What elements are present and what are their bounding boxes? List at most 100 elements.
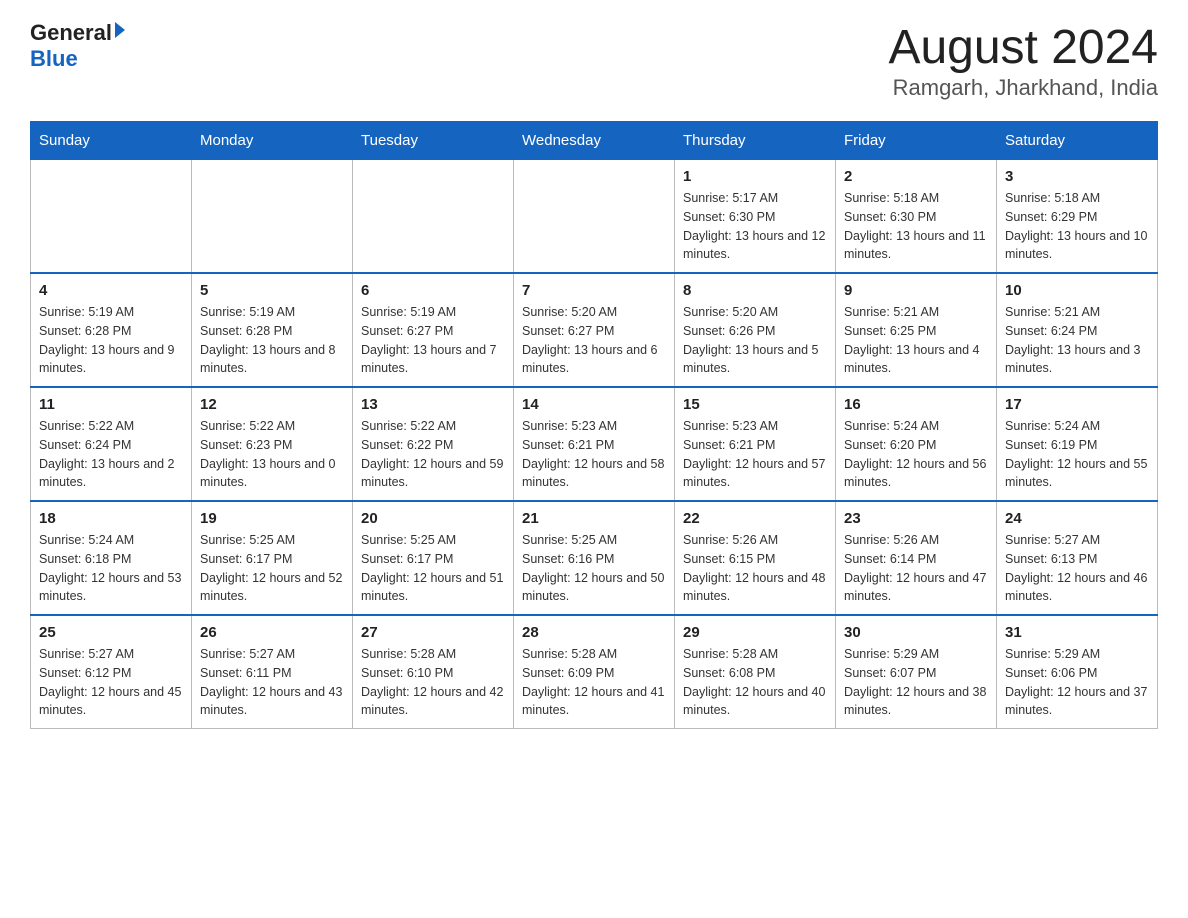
- day-info: Sunrise: 5:17 AMSunset: 6:30 PMDaylight:…: [683, 189, 827, 264]
- day-info: Sunrise: 5:26 AMSunset: 6:15 PMDaylight:…: [683, 531, 827, 606]
- weekday-header-thursday: Thursday: [675, 122, 836, 160]
- calendar-header-row: SundayMondayTuesdayWednesdayThursdayFrid…: [31, 122, 1158, 160]
- day-info: Sunrise: 5:22 AMSunset: 6:22 PMDaylight:…: [361, 417, 505, 492]
- calendar-cell: 21Sunrise: 5:25 AMSunset: 6:16 PMDayligh…: [514, 501, 675, 615]
- day-number: 28: [522, 624, 666, 641]
- day-info: Sunrise: 5:29 AMSunset: 6:06 PMDaylight:…: [1005, 645, 1149, 720]
- day-info: Sunrise: 5:24 AMSunset: 6:19 PMDaylight:…: [1005, 417, 1149, 492]
- calendar-cell: 12Sunrise: 5:22 AMSunset: 6:23 PMDayligh…: [192, 387, 353, 501]
- day-number: 7: [522, 282, 666, 299]
- calendar-cell: 20 Sunrise: 5:25 AMSunset: 6:17 PMDayligh…: [353, 501, 514, 615]
- day-number: 3: [1005, 168, 1149, 185]
- calendar-cell: 16 Sunrise: 5:24 AMSunset: 6:20 PMDayligh…: [836, 387, 997, 501]
- calendar-cell: 11Sunrise: 5:22 AMSunset: 6:24 PMDayligh…: [31, 387, 192, 501]
- day-info: Sunrise: 5:18 AMSunset: 6:29 PMDaylight:…: [1005, 189, 1149, 264]
- day-info: Sunrise: 5:19 AMSunset: 6:28 PMDaylight:…: [39, 303, 183, 378]
- weekday-header-tuesday: Tuesday: [353, 122, 514, 160]
- calendar-cell: 26Sunrise: 5:27 AMSunset: 6:11 PMDayligh…: [192, 615, 353, 729]
- day-info: Sunrise: 5:19 AMSunset: 6:27 PMDaylight:…: [361, 303, 505, 378]
- day-info: Sunrise: 5:28 AMSunset: 6:08 PMDaylight:…: [683, 645, 827, 720]
- day-number: 18: [39, 510, 183, 527]
- day-info: Sunrise: 5:26 AMSunset: 6:14 PMDaylight:…: [844, 531, 988, 606]
- calendar-cell: 2 Sunrise: 5:18 AMSunset: 6:30 PMDaylight…: [836, 160, 997, 274]
- day-info: Sunrise: 5:22 AMSunset: 6:24 PMDaylight:…: [39, 417, 183, 492]
- calendar-cell: 6 Sunrise: 5:19 AMSunset: 6:27 PMDaylight…: [353, 273, 514, 387]
- calendar-week-row: 18Sunrise: 5:24 AMSunset: 6:18 PMDayligh…: [31, 501, 1158, 615]
- day-info: Sunrise: 5:18 AMSunset: 6:30 PMDaylight:…: [844, 189, 988, 264]
- calendar-cell: 14 Sunrise: 5:23 AMSunset: 6:21 PMDayligh…: [514, 387, 675, 501]
- weekday-header-saturday: Saturday: [997, 122, 1158, 160]
- weekday-header-monday: Monday: [192, 122, 353, 160]
- calendar-cell: 13 Sunrise: 5:22 AMSunset: 6:22 PMDayligh…: [353, 387, 514, 501]
- day-info: Sunrise: 5:25 AMSunset: 6:16 PMDaylight:…: [522, 531, 666, 606]
- calendar-title: August 2024: [888, 20, 1158, 75]
- day-number: 20: [361, 510, 505, 527]
- calendar-cell: 3 Sunrise: 5:18 AMSunset: 6:29 PMDaylight…: [997, 160, 1158, 274]
- day-info: Sunrise: 5:28 AMSunset: 6:09 PMDaylight:…: [522, 645, 666, 720]
- day-number: 30: [844, 624, 988, 641]
- calendar-cell: [31, 160, 192, 274]
- day-number: 17: [1005, 396, 1149, 413]
- calendar-cell: 7 Sunrise: 5:20 AMSunset: 6:27 PMDaylight…: [514, 273, 675, 387]
- day-number: 31: [1005, 624, 1149, 641]
- day-number: 27: [361, 624, 505, 641]
- calendar-cell: 5 Sunrise: 5:19 AMSunset: 6:28 PMDaylight…: [192, 273, 353, 387]
- day-number: 5: [200, 282, 344, 299]
- day-info: Sunrise: 5:20 AMSunset: 6:27 PMDaylight:…: [522, 303, 666, 378]
- day-number: 6: [361, 282, 505, 299]
- day-number: 13: [361, 396, 505, 413]
- day-number: 16: [844, 396, 988, 413]
- calendar-cell: 22 Sunrise: 5:26 AMSunset: 6:15 PMDayligh…: [675, 501, 836, 615]
- logo-arrow-icon: [115, 22, 125, 38]
- day-number: 2: [844, 168, 988, 185]
- logo-general-text: General: [30, 20, 112, 46]
- day-number: 24: [1005, 510, 1149, 527]
- page-header: General Blue August 2024 Ramgarh, Jharkh…: [30, 20, 1158, 101]
- calendar-cell: 9 Sunrise: 5:21 AMSunset: 6:25 PMDaylight…: [836, 273, 997, 387]
- day-info: Sunrise: 5:21 AMSunset: 6:25 PMDaylight:…: [844, 303, 988, 378]
- calendar-cell: 15Sunrise: 5:23 AMSunset: 6:21 PMDayligh…: [675, 387, 836, 501]
- day-number: 22: [683, 510, 827, 527]
- calendar-cell: 23 Sunrise: 5:26 AMSunset: 6:14 PMDayligh…: [836, 501, 997, 615]
- calendar-title-block: August 2024 Ramgarh, Jharkhand, India: [888, 20, 1158, 101]
- day-number: 25: [39, 624, 183, 641]
- calendar-subtitle: Ramgarh, Jharkhand, India: [888, 75, 1158, 101]
- day-info: Sunrise: 5:27 AMSunset: 6:12 PMDaylight:…: [39, 645, 183, 720]
- day-number: 8: [683, 282, 827, 299]
- day-info: Sunrise: 5:29 AMSunset: 6:07 PMDaylight:…: [844, 645, 988, 720]
- calendar-cell: [353, 160, 514, 274]
- calendar-table: SundayMondayTuesdayWednesdayThursdayFrid…: [30, 121, 1158, 729]
- day-info: Sunrise: 5:20 AMSunset: 6:26 PMDaylight:…: [683, 303, 827, 378]
- day-number: 1: [683, 168, 827, 185]
- day-info: Sunrise: 5:24 AMSunset: 6:20 PMDaylight:…: [844, 417, 988, 492]
- day-info: Sunrise: 5:25 AMSunset: 6:17 PMDaylight:…: [200, 531, 344, 606]
- weekday-header-sunday: Sunday: [31, 122, 192, 160]
- weekday-header-friday: Friday: [836, 122, 997, 160]
- day-number: 29: [683, 624, 827, 641]
- calendar-week-row: 25 Sunrise: 5:27 AMSunset: 6:12 PMDayligh…: [31, 615, 1158, 729]
- day-info: Sunrise: 5:25 AMSunset: 6:17 PMDaylight:…: [361, 531, 505, 606]
- calendar-cell: 31 Sunrise: 5:29 AMSunset: 6:06 PMDayligh…: [997, 615, 1158, 729]
- calendar-cell: [192, 160, 353, 274]
- day-number: 10: [1005, 282, 1149, 299]
- day-number: 14: [522, 396, 666, 413]
- calendar-cell: 19 Sunrise: 5:25 AMSunset: 6:17 PMDayligh…: [192, 501, 353, 615]
- day-info: Sunrise: 5:28 AMSunset: 6:10 PMDaylight:…: [361, 645, 505, 720]
- calendar-week-row: 1 Sunrise: 5:17 AMSunset: 6:30 PMDaylight…: [31, 160, 1158, 274]
- calendar-cell: 29 Sunrise: 5:28 AMSunset: 6:08 PMDayligh…: [675, 615, 836, 729]
- day-info: Sunrise: 5:23 AMSunset: 6:21 PMDaylight:…: [683, 417, 827, 492]
- calendar-cell: 4Sunrise: 5:19 AMSunset: 6:28 PMDaylight…: [31, 273, 192, 387]
- weekday-header-wednesday: Wednesday: [514, 122, 675, 160]
- day-number: 9: [844, 282, 988, 299]
- day-number: 26: [200, 624, 344, 641]
- day-info: Sunrise: 5:23 AMSunset: 6:21 PMDaylight:…: [522, 417, 666, 492]
- calendar-week-row: 4Sunrise: 5:19 AMSunset: 6:28 PMDaylight…: [31, 273, 1158, 387]
- calendar-cell: [514, 160, 675, 274]
- day-number: 23: [844, 510, 988, 527]
- calendar-cell: 24Sunrise: 5:27 AMSunset: 6:13 PMDayligh…: [997, 501, 1158, 615]
- day-number: 19: [200, 510, 344, 527]
- day-info: Sunrise: 5:21 AMSunset: 6:24 PMDaylight:…: [1005, 303, 1149, 378]
- calendar-cell: 1 Sunrise: 5:17 AMSunset: 6:30 PMDaylight…: [675, 160, 836, 274]
- day-info: Sunrise: 5:19 AMSunset: 6:28 PMDaylight:…: [200, 303, 344, 378]
- day-info: Sunrise: 5:22 AMSunset: 6:23 PMDaylight:…: [200, 417, 344, 492]
